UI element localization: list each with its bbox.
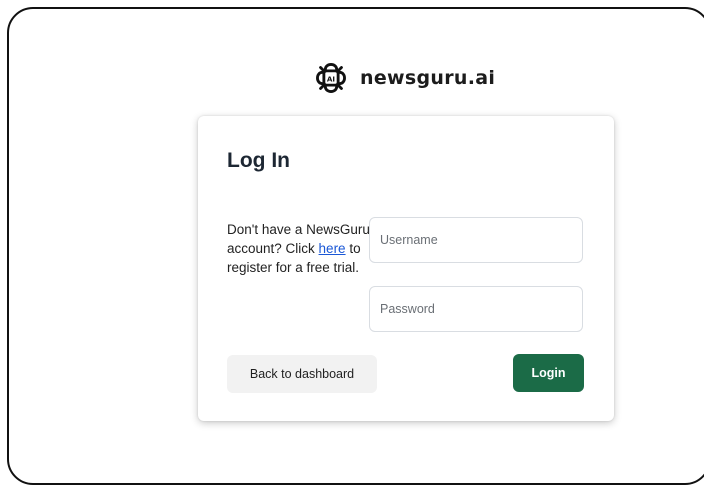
username-input[interactable] [369,217,583,263]
logo-ai-text: AI [327,74,335,83]
login-card: Log In Don't have a NewsGuru account? Cl… [198,116,614,421]
app-frame: AI newsguru.ai Log In Don't have a NewsG… [7,7,704,485]
signup-message: Don't have a NewsGuru account? Click her… [227,220,377,277]
login-title: Log In [227,149,290,172]
ai-brain-chip-icon: AI [316,63,346,93]
login-button[interactable]: Login [513,354,584,392]
back-to-dashboard-button[interactable]: Back to dashboard [227,355,377,393]
password-input[interactable] [369,286,583,332]
brand-header: AI newsguru.ai [312,59,495,97]
brand-name: newsguru.ai [360,67,496,89]
register-link[interactable]: here [319,241,346,256]
